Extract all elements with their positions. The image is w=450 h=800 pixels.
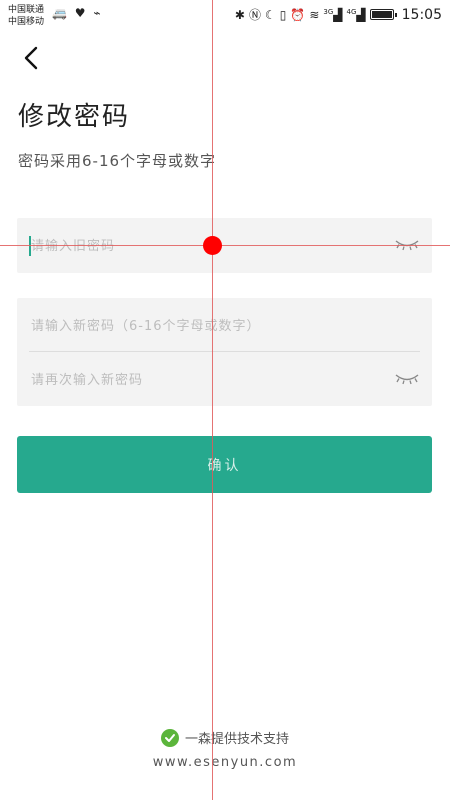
check-circle-icon	[160, 728, 179, 747]
chevron-left-icon	[24, 46, 38, 70]
heart-rate-icon: ♥	[74, 6, 88, 20]
status-left-icons: 🚐 ♥ ⌁	[52, 6, 103, 20]
crosshair-horizontal-line	[0, 245, 450, 246]
crosshair-vertical-line	[212, 0, 213, 800]
carrier-info: 中国联通 中国移动	[8, 4, 44, 28]
signal-4g-icon: 4G▟	[346, 7, 366, 22]
usb-icon: ⌁	[93, 6, 103, 20]
back-button[interactable]	[16, 40, 46, 76]
tech-support-line: 一森提供技术支持	[0, 728, 450, 747]
status-bar: 中国联通 中国移动 🚐 ♥ ⌁ ✱ Ⓝ ☾ ▯ ⏰ ≋ 3G▟ 4G▟ 15:0…	[0, 0, 450, 30]
website-link[interactable]: www.esenyun.com	[0, 755, 450, 770]
net-3g-label: 3G	[323, 7, 334, 16]
eye-closed-icon[interactable]	[394, 371, 420, 387]
wifi-icon: ≋	[309, 7, 320, 22]
support-text: 一森提供技术支持	[184, 732, 289, 747]
net-4g-label: 4G	[346, 7, 357, 16]
new-password-input[interactable]	[31, 311, 418, 341]
confirm-password-input[interactable]	[31, 365, 384, 395]
car-icon: 🚐	[52, 6, 69, 20]
password-rule-hint: 密码采用6-16个字母或数字	[18, 152, 217, 170]
change-password-screen: 中国联通 中国移动 🚐 ♥ ⌁ ✱ Ⓝ ☾ ▯ ⏰ ≋ 3G▟ 4G▟ 15:0…	[0, 0, 450, 800]
status-time: 15:05	[401, 6, 442, 23]
battery-icon	[369, 9, 397, 20]
moon-icon: ☾	[265, 7, 276, 22]
field-divider	[29, 351, 420, 352]
alarm-icon: ⏰	[290, 7, 306, 22]
footer: 一森提供技术支持 www.esenyun.com	[0, 728, 450, 770]
status-right-icons: ✱ Ⓝ ☾ ▯ ⏰ ≋ 3G▟ 4G▟ 15:05	[235, 6, 442, 23]
carrier-1: 中国联通	[8, 5, 45, 15]
bluetooth-icon: ✱	[234, 7, 245, 22]
nfc-icon: Ⓝ	[248, 8, 261, 22]
carrier-2: 中国移动	[8, 17, 45, 27]
confirm-button[interactable]: 确认	[17, 436, 432, 493]
touch-point-marker	[203, 236, 222, 255]
page-title: 修改密码	[18, 102, 131, 132]
vibrate-icon: ▯	[279, 7, 287, 22]
signal-3g-icon: 3G▟	[323, 7, 343, 22]
new-password-group	[17, 298, 432, 406]
